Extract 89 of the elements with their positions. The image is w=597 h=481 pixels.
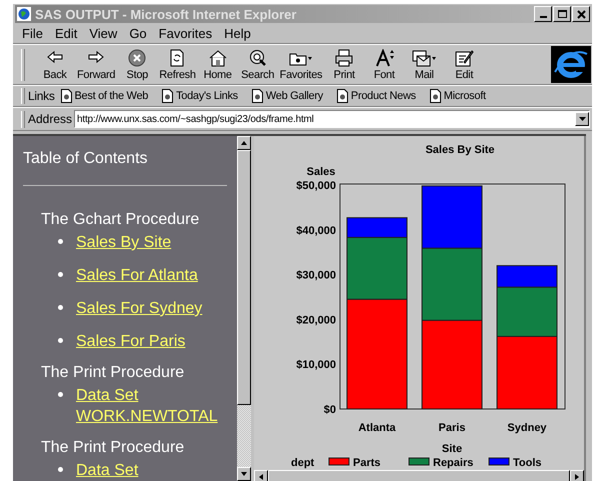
- refresh-button[interactable]: Refresh: [157, 48, 198, 80]
- legend-label: Parts: [353, 457, 381, 469]
- y-tick-label: $20,000: [296, 314, 336, 326]
- scroll-up-arrow-icon: [240, 140, 248, 146]
- edit-icon: [454, 48, 474, 66]
- bullet-icon: [58, 305, 63, 310]
- bar-segment: [422, 185, 482, 249]
- legend-label: Repairs: [433, 457, 474, 469]
- page-icon: [336, 89, 348, 103]
- legend-title: dept: [291, 457, 314, 469]
- home-icon: [208, 48, 228, 66]
- legend-swatch: [408, 458, 430, 466]
- horizontal-scrollbar[interactable]: [254, 470, 584, 481]
- menu-item[interactable]: Go: [124, 26, 152, 41]
- link-item[interactable]: Microsoft: [430, 89, 486, 103]
- legend-swatch: [328, 458, 350, 466]
- maximize-button[interactable]: [553, 6, 571, 22]
- links-label: Links: [28, 89, 55, 103]
- y-tick-label: $40,000: [296, 224, 336, 237]
- legend-label: Tools: [513, 457, 542, 469]
- menu-item[interactable]: File: [17, 26, 48, 41]
- scroll-right-arrow-icon: [574, 473, 580, 481]
- toc-link[interactable]: Data Set: [76, 460, 236, 481]
- browser-globe-icon: [17, 7, 31, 21]
- dropdown-arrow-icon: [578, 117, 586, 121]
- bullet-icon: [58, 467, 63, 472]
- window-title: SAS OUTPUT - Microsoft Internet Explorer: [35, 6, 298, 22]
- close-button[interactable]: [572, 6, 590, 22]
- print-icon: [334, 48, 354, 66]
- bullet-icon: [58, 338, 63, 343]
- section-heading: The Print Procedure: [41, 364, 186, 382]
- page-icon: [252, 89, 263, 103]
- browser-logo-icon: [551, 46, 591, 83]
- minimize-button[interactable]: [534, 6, 552, 22]
- stop-button[interactable]: Stop: [117, 48, 158, 80]
- close-icon: [576, 9, 586, 19]
- menu-item[interactable]: View: [84, 26, 122, 41]
- menu-item[interactable]: Edit: [50, 26, 82, 41]
- maximize-icon: [556, 9, 568, 19]
- menu-item[interactable]: Favorites: [154, 26, 218, 41]
- minimize-icon: [540, 16, 546, 18]
- scroll-left-arrow-icon: [258, 473, 264, 481]
- toc-link[interactable]: Sales For Paris: [76, 331, 236, 352]
- menu-item[interactable]: Help: [219, 26, 256, 41]
- y-tick-label: $50,000: [296, 180, 336, 192]
- link-item[interactable]: Best of the Web: [60, 89, 148, 103]
- y-tick-label: $30,000: [296, 270, 336, 282]
- chart-title: Sales By Site: [425, 144, 495, 156]
- mail-icon: [412, 48, 437, 66]
- print-button[interactable]: Print: [324, 48, 364, 80]
- toc-link[interactable]: Sales By Site: [76, 232, 236, 253]
- font-icon: [374, 48, 394, 66]
- search-icon: [248, 48, 268, 66]
- page-icon: [162, 89, 174, 103]
- vertical-scrollbar[interactable]: [237, 136, 251, 481]
- edit-button[interactable]: Edit: [444, 48, 484, 80]
- toc-link[interactable]: Sales For Sydney: [76, 298, 236, 319]
- link-item[interactable]: Today's Links: [162, 89, 238, 103]
- scroll-down-arrow-icon: [240, 471, 248, 477]
- x-tick-label: Sydney: [507, 422, 547, 434]
- y-axis-title: Sales: [306, 166, 336, 178]
- address-field[interactable]: http://www.unx.sas.com/~sashgp/sugi23/ods/frame.html: [74, 110, 590, 128]
- section-heading: The Print Procedure: [41, 439, 186, 457]
- stop-icon: [127, 48, 148, 66]
- toc-title: Table of Contents: [23, 150, 149, 168]
- bullet-icon: [58, 272, 63, 277]
- address-label: Address: [28, 112, 72, 126]
- legend-swatch: [488, 458, 510, 466]
- search-button[interactable]: Search: [238, 48, 278, 80]
- section-heading: The Gchart Procedure: [41, 211, 200, 229]
- bullet-icon: [58, 239, 63, 244]
- toc-link[interactable]: Data Set WORK.NEWTOTAL: [76, 385, 236, 427]
- favorites-button[interactable]: Favorites: [278, 48, 324, 80]
- x-tick-label: Atlanta: [358, 422, 396, 434]
- y-tick-label: $0: [324, 404, 336, 416]
- x-tick-label: Paris: [438, 422, 466, 434]
- back-button[interactable]: Back: [35, 48, 75, 80]
- x-axis-title: Site: [442, 443, 462, 455]
- font-button[interactable]: Font: [364, 48, 404, 80]
- toc-link[interactable]: Sales For Atlanta: [76, 265, 236, 286]
- link-item[interactable]: Web Gallery: [252, 89, 323, 103]
- page-icon: [60, 89, 72, 103]
- forward-button[interactable]: Forward: [75, 48, 118, 80]
- y-tick-label: $10,000: [296, 359, 336, 372]
- link-item[interactable]: Product News: [336, 89, 416, 103]
- page-icon: [430, 89, 441, 103]
- mail-button[interactable]: Mail: [404, 48, 444, 80]
- bullet-icon: [58, 392, 63, 397]
- home-button[interactable]: Home: [198, 48, 238, 80]
